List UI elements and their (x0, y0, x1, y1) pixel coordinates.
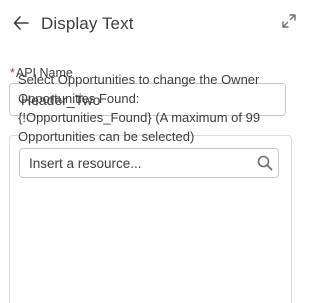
editor-content[interactable]: Select Opportunities to change the Owner… (18, 70, 280, 146)
search-icon[interactable] (257, 155, 273, 171)
panel-header: Display Text (0, 0, 301, 46)
back-button[interactable] (10, 13, 32, 33)
editor-line: Opportunities can be selected) (18, 129, 195, 144)
editor-line: {!Opportunities_Found} (A maximum of 99 (18, 110, 261, 125)
editor-line: Select Opportunities to change the Owner (18, 72, 260, 87)
display-text-editor (9, 135, 292, 303)
resource-search (19, 148, 279, 178)
editor-line: Opportunities Found: (18, 91, 140, 106)
expand-icon (282, 14, 296, 28)
display-text-panel: Display Text *API Name Select Opportunit… (0, 0, 301, 303)
arrow-left-icon (13, 16, 29, 30)
resource-search-input[interactable] (19, 148, 279, 178)
expand-button[interactable] (280, 12, 298, 30)
required-marker: * (10, 66, 15, 80)
panel-title: Display Text (41, 14, 134, 33)
